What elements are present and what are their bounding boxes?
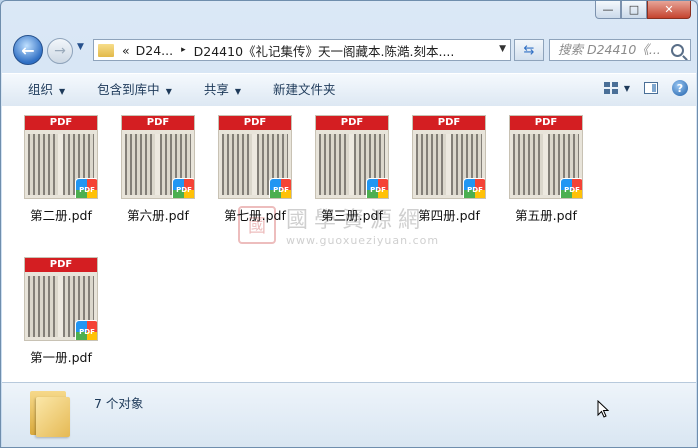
back-button[interactable]: ← <box>13 35 43 65</box>
folder-icon <box>98 43 114 57</box>
folder-icon <box>30 391 70 437</box>
refresh-icon: ⇆ <box>523 42 535 58</box>
file-item[interactable]: PDF PDF 第四册.pdf <box>404 115 494 224</box>
chevron-down-icon: ▼ <box>234 87 242 96</box>
file-item[interactable]: PDF PDF 第六册.pdf <box>113 115 203 224</box>
forward-button[interactable]: → <box>47 38 73 64</box>
pdf-thumbnail: PDF PDF <box>509 115 583 199</box>
view-options-icon[interactable] <box>603 82 618 94</box>
minimize-button[interactable]: — <box>595 1 621 19</box>
search-input[interactable]: 搜索 D24410《... <box>549 39 691 61</box>
command-bar: 组织 ▼ 包含到库中 ▼ 共享 ▼ 新建文件夹 ▼ ? <box>2 73 696 107</box>
refresh-button[interactable]: ⇆ <box>514 39 544 61</box>
chevron-down-icon: ▼ <box>165 87 172 96</box>
pdf-thumbnail: PDF PDF <box>121 115 195 199</box>
pdf-app-icon: PDF <box>366 178 388 198</box>
file-name: 第二册.pdf <box>30 208 92 223</box>
file-list[interactable]: 國 國學資源網 www.guoxueziyuan.com PDF PDF 第二册.… <box>2 106 696 382</box>
view-dropdown-icon[interactable]: ▼ <box>624 84 630 93</box>
pdf-app-icon: PDF <box>560 178 582 198</box>
pdf-app-icon: PDF <box>463 178 485 198</box>
recent-pages-dropdown[interactable]: ▼ <box>77 42 84 52</box>
forward-arrow-icon: → <box>54 43 66 59</box>
file-item[interactable]: PDF PDF 第一册.pdf <box>16 257 106 366</box>
file-name: 第七册.pdf <box>224 208 286 223</box>
pdf-app-icon: PDF <box>75 178 97 198</box>
include-library-button[interactable]: 包含到库中 ▼ <box>77 74 184 106</box>
breadcrumb-separator-icon[interactable]: ▸ <box>181 45 186 55</box>
file-name: 第三册.pdf <box>321 208 383 223</box>
file-item[interactable]: PDF PDF 第三册.pdf <box>307 115 397 224</box>
close-button[interactable]: ✕ <box>647 1 691 19</box>
breadcrumb-current[interactable]: D24410《礼记集传》天一阁藏本.陈澔.刻本.... <box>194 41 455 60</box>
chevron-down-icon: ▼ <box>59 87 66 96</box>
pdf-app-icon: PDF <box>75 320 97 340</box>
pdf-thumbnail: PDF PDF <box>24 115 98 199</box>
mouse-cursor-icon <box>597 400 609 418</box>
search-icon[interactable] <box>671 44 684 57</box>
preview-pane-icon[interactable] <box>644 82 658 94</box>
details-pane: 7 个对象 <box>2 382 696 447</box>
file-item[interactable]: PDF PDF 第五册.pdf <box>501 115 591 224</box>
file-name: 第四册.pdf <box>418 208 480 223</box>
file-name: 第五册.pdf <box>515 208 577 223</box>
address-overflow[interactable]: « <box>122 43 130 58</box>
navigation-bar: ← → ▼ « D24... ▸ D24410《礼记集传》天一阁藏本.陈澔.刻本… <box>9 34 691 65</box>
file-item[interactable]: PDF PDF 第二册.pdf <box>16 115 106 224</box>
organize-button[interactable]: 组织 ▼ <box>2 74 77 106</box>
toolbar-right: ▼ ? <box>603 80 688 96</box>
pdf-app-icon: PDF <box>172 178 194 198</box>
pdf-thumbnail: PDF PDF <box>412 115 486 199</box>
include-library-label: 包含到库中 <box>97 82 160 97</box>
breadcrumb-root[interactable]: D24... <box>136 43 173 58</box>
organize-label: 组织 <box>28 82 54 97</box>
help-icon[interactable]: ? <box>672 80 688 96</box>
file-name: 第六册.pdf <box>127 208 189 223</box>
pdf-thumbnail: PDF PDF <box>24 257 98 341</box>
share-button[interactable]: 共享 ▼ <box>184 74 253 106</box>
address-bar[interactable]: « D24... ▸ D24410《礼记集传》天一阁藏本.陈澔.刻本.... ▼ <box>93 39 511 61</box>
pdf-app-icon: PDF <box>269 178 291 198</box>
caption-buttons: — □ ✕ <box>595 1 691 19</box>
item-count: 7 个对象 <box>94 396 144 411</box>
file-name: 第一册.pdf <box>30 350 92 365</box>
share-label: 共享 <box>203 82 229 97</box>
pdf-thumbnail: PDF PDF <box>315 115 389 199</box>
pdf-thumbnail: PDF PDF <box>218 115 292 199</box>
maximize-button[interactable]: □ <box>621 1 647 19</box>
new-folder-button[interactable]: 新建文件夹 <box>253 74 348 106</box>
back-arrow-icon: ← <box>21 40 35 60</box>
search-placeholder: 搜索 D24410《... <box>558 42 661 57</box>
explorer-window: — □ ✕ ← → ▼ « D24... ▸ D24410《礼记集传》天一阁藏本… <box>0 0 698 448</box>
file-item[interactable]: PDF PDF 第七册.pdf <box>210 115 300 224</box>
watermark-url: www.guoxueziyuan.com <box>286 234 440 247</box>
address-dropdown-icon[interactable]: ▼ <box>499 44 506 54</box>
